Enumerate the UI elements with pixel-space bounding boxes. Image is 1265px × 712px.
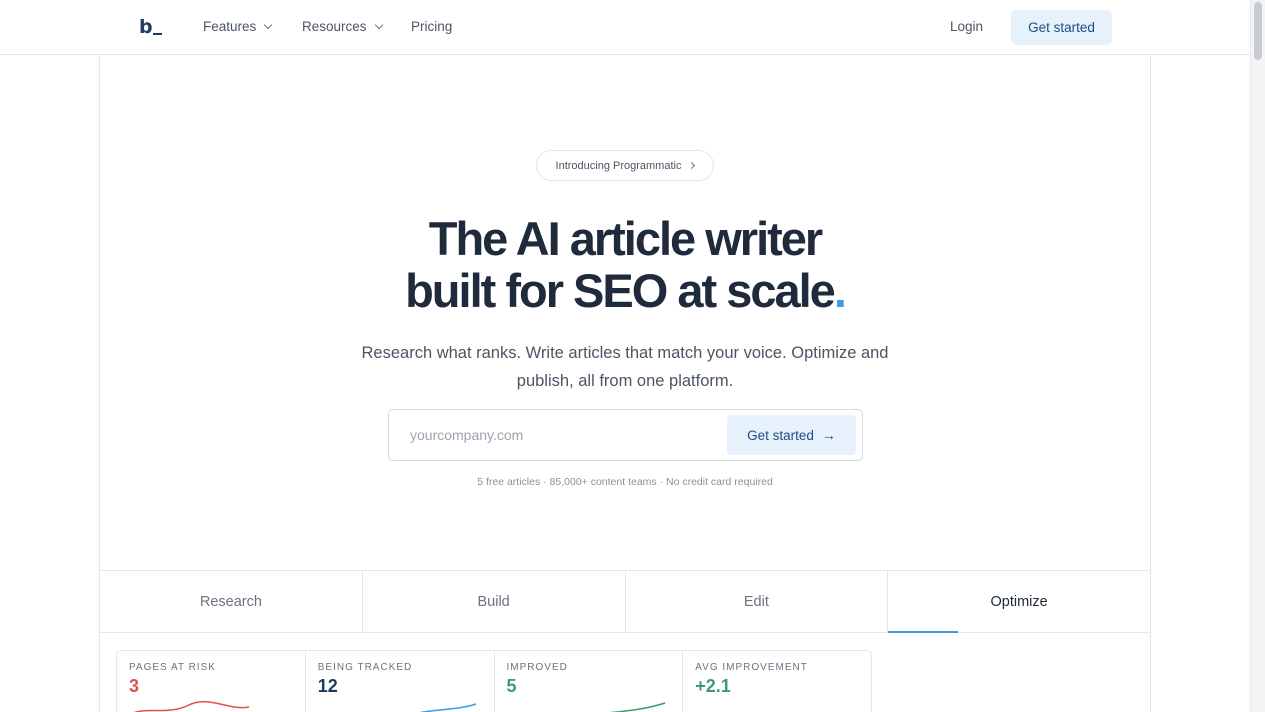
title-accent-dot: .	[833, 264, 847, 317]
arrow-right-icon: →	[821, 427, 836, 443]
stat-pages-at-risk: PAGES AT RISK 3	[117, 651, 306, 712]
chevron-right-icon	[688, 161, 696, 170]
sparkline-improved	[608, 702, 665, 712]
nav-features[interactable]: Features	[203, 19, 273, 34]
top-navigation: b Features Resources Pricing Login Get s…	[0, 0, 1250, 55]
stat-being-tracked: BEING TRACKED 12	[306, 651, 495, 712]
nav-resources[interactable]: Resources	[302, 19, 383, 34]
hero-title: The AI article writer built for SEO at s…	[300, 213, 950, 317]
hero-subtitle: Research what ranks. Write articles that…	[361, 344, 889, 390]
nav-pricing[interactable]: Pricing	[411, 19, 452, 34]
announcement-text: Introducing Programmatic	[555, 159, 682, 172]
stat-label: BEING TRACKED	[317, 662, 413, 673]
stats-panel: PAGES AT RISK 3 BEING TRACKED 12 IMPROVE…	[116, 650, 872, 712]
stat-label: IMPROVED	[506, 662, 568, 673]
scrollbar-thumb[interactable]	[1254, 2, 1262, 60]
sparkline-risk	[133, 700, 250, 712]
hero-title-line1: The AI article writer	[428, 212, 823, 265]
signup-form: Get started →	[388, 409, 863, 461]
logo-text: b	[139, 16, 153, 38]
stat-value: +2.1	[695, 676, 731, 696]
nav-pricing-label: Pricing	[411, 19, 453, 34]
stat-label: PAGES AT RISK	[129, 662, 216, 673]
tab-research[interactable]: Research	[100, 571, 363, 632]
hero-get-started-label: Get started	[747, 427, 814, 443]
domain-input[interactable]	[410, 424, 710, 446]
stat-avg-improvement: AVG IMPROVEMENT +2.1	[683, 651, 871, 712]
feature-tabs: Research Build Edit Optimize	[100, 570, 1150, 633]
get-started-button[interactable]: Get started	[1011, 10, 1112, 45]
logo-underscore	[152, 33, 162, 35]
fineprint: 5 free articles · 85,000+ content teams …	[477, 476, 773, 488]
announcement-pill[interactable]: Introducing Programmatic	[536, 150, 714, 181]
logo[interactable]: b	[139, 16, 162, 38]
stat-label: AVG IMPROVEMENT	[695, 662, 808, 673]
tab-edit[interactable]: Edit	[626, 571, 889, 632]
tab-build[interactable]: Build	[363, 571, 626, 632]
login-link[interactable]: Login	[950, 19, 983, 34]
hero-title-line2: built for SEO at scale	[405, 264, 836, 317]
chevron-down-icon	[374, 20, 383, 29]
hero-get-started-button[interactable]: Get started →	[727, 415, 856, 455]
nav-resources-label: Resources	[302, 19, 367, 34]
stat-improved: IMPROVED 5	[495, 651, 684, 712]
chevron-down-icon	[264, 20, 273, 29]
scrollbar[interactable]	[1250, 0, 1265, 712]
nav-features-label: Features	[203, 19, 257, 34]
tab-optimize[interactable]: Optimize	[888, 571, 1150, 633]
sparkline-tracked	[419, 703, 476, 712]
